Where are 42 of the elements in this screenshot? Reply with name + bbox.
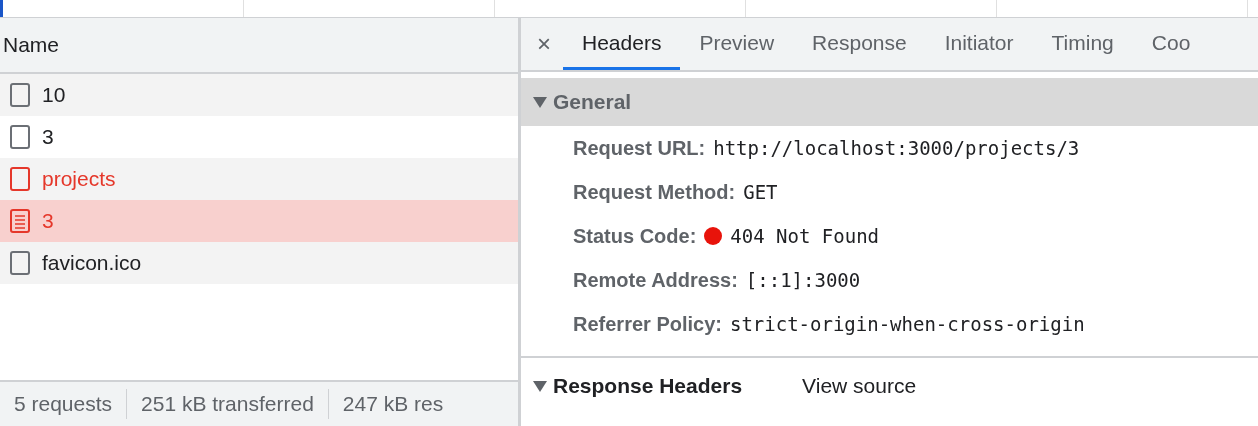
field-value: 404 Not Found (730, 225, 880, 247)
section-title: Response Headers (553, 374, 743, 398)
request-name: 10 (42, 83, 66, 107)
file-icon (10, 251, 30, 275)
field-label: Request Method: (573, 180, 736, 204)
field-label: Referrer Policy: (573, 312, 722, 336)
field-value: strict-origin-when-cross-origin (729, 313, 1085, 335)
field-label: Request URL: (573, 136, 706, 160)
request-row[interactable]: 3 (0, 200, 518, 242)
tab[interactable]: Response (793, 18, 926, 70)
tab[interactable]: Initiator (925, 18, 1033, 70)
status-text: 251 kB transferred (140, 392, 315, 416)
column-header[interactable]: Name (0, 18, 518, 74)
field-label: Remote Address: (573, 268, 738, 292)
status-text: 247 kB res (341, 392, 445, 416)
triangle-icon[interactable] (533, 380, 547, 392)
file-icon (10, 167, 30, 191)
request-name: 3 (42, 125, 54, 149)
triangle-icon[interactable] (533, 96, 547, 108)
section-header[interactable]: General (521, 78, 1258, 126)
document-icon (10, 209, 30, 233)
request-name: 3 (42, 209, 54, 233)
section-title: General (553, 90, 632, 114)
view-source-link[interactable]: View source (802, 374, 917, 398)
tab[interactable]: Coo (1132, 18, 1210, 70)
field-value: http://localhost:3000/projects/3 (713, 137, 1080, 159)
file-icon (10, 125, 30, 149)
request-name: projects (42, 167, 116, 191)
request-row[interactable]: 10 (0, 74, 518, 116)
status-text: 5 requests (13, 392, 114, 416)
request-row[interactable]: 3 (0, 116, 518, 158)
file-icon (10, 83, 30, 107)
tab[interactable]: Preview (680, 18, 794, 70)
tab[interactable]: Timing (1032, 18, 1133, 70)
tab[interactable]: Headers (563, 18, 681, 70)
field-value: GET (743, 181, 778, 203)
field-label: Status Code: (573, 224, 697, 248)
field-value: [::1]:3000 (745, 269, 861, 291)
close-button[interactable]: × (521, 18, 563, 70)
request-row[interactable]: favicon.ico (0, 242, 518, 284)
request-name: favicon.ico (42, 251, 142, 275)
request-row[interactable]: projects (0, 158, 518, 200)
